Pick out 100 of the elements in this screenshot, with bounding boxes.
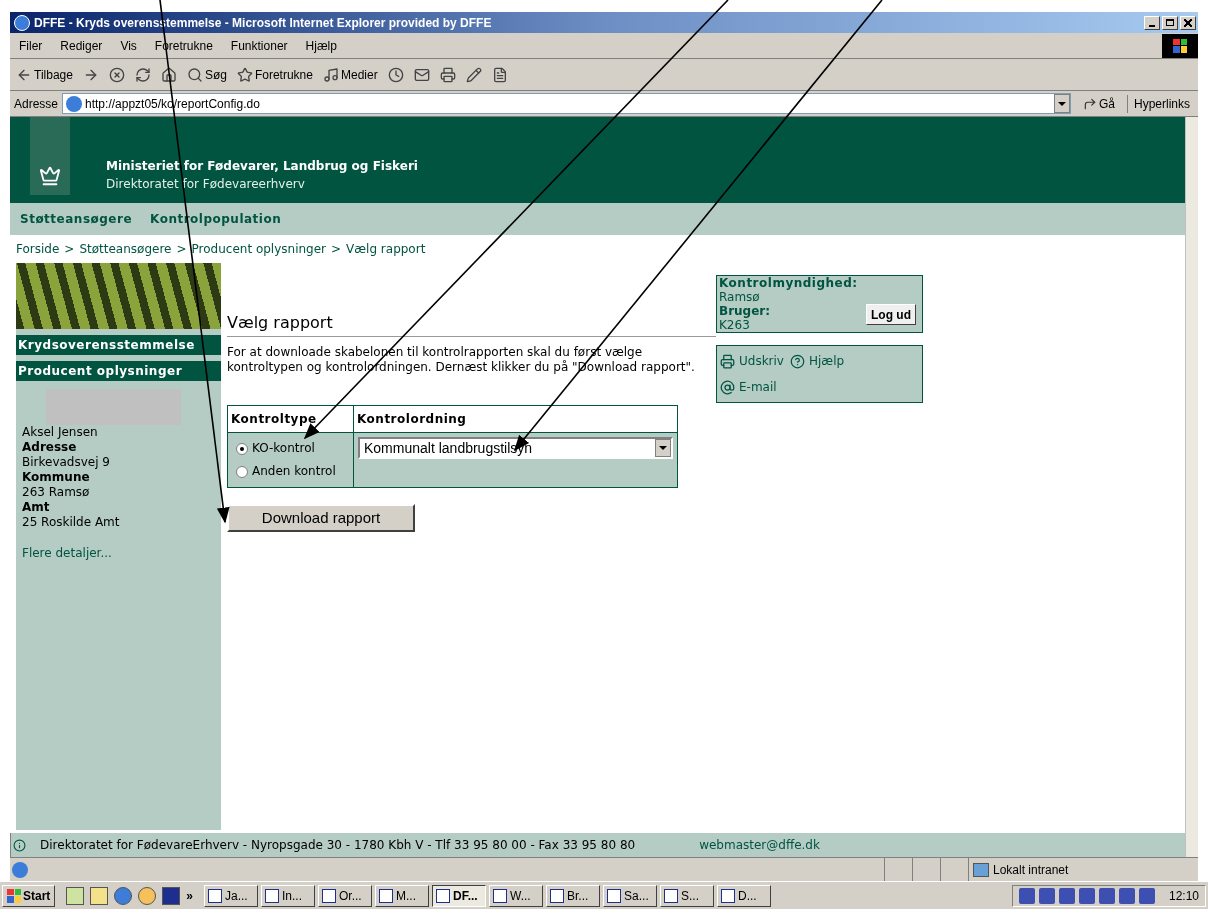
user-label: Bruger: <box>719 304 771 318</box>
caret-icon <box>659 446 667 450</box>
links-button[interactable]: Hyperlinks <box>1127 94 1194 113</box>
menu-item[interactable]: Hjælp <box>296 36 346 55</box>
go-button[interactable]: Gå <box>1074 94 1123 113</box>
radio-button[interactable] <box>236 465 248 478</box>
minimize-button[interactable] <box>1144 15 1160 30</box>
window-icon <box>493 888 508 903</box>
window-icon <box>265 888 280 903</box>
mail-icon <box>413 66 430 83</box>
email-icon <box>720 379 735 395</box>
radio-button[interactable] <box>236 442 248 455</box>
menu-item[interactable]: Rediger <box>51 36 112 55</box>
field-label: Amt <box>22 500 51 515</box>
toolbar-button[interactable]: Søg <box>184 65 229 84</box>
windows-logo-icon <box>7 888 21 903</box>
nav-link[interactable]: Støtteansøgere <box>20 210 133 228</box>
caret-icon <box>1057 101 1066 106</box>
printer-icon <box>439 66 456 83</box>
window-icon <box>607 888 622 903</box>
window-icon <box>550 888 565 903</box>
footer-address: Direktoratet for FødevareErhverv - Nyropsgade 30 - 1780 Kbh V - Tlf 33 95 80 00 - Fax 33 95 80 80 <box>40 837 636 854</box>
stop-icon <box>108 66 125 83</box>
toolbar-button[interactable]: Foretrukne <box>234 65 315 84</box>
info-icon <box>13 838 26 852</box>
window-icon <box>379 888 394 903</box>
user-value: K263 <box>719 318 751 332</box>
breadcrumb-link[interactable]: Producent oplysninger <box>191 240 327 258</box>
minimize-icon <box>1149 24 1155 27</box>
window-icon <box>208 888 223 903</box>
crown-icon <box>39 165 61 187</box>
windows-logo-icon <box>1162 33 1198 58</box>
breadcrumb-link[interactable]: Støtteansøgere <box>79 240 172 258</box>
action-link[interactable]: Hjælp <box>790 348 845 374</box>
taskbar-button[interactable]: Sa... <box>603 884 658 907</box>
field-value: Birkevadsvej 9 <box>22 455 111 470</box>
scrollbar[interactable] <box>1185 117 1198 857</box>
taskbar-button[interactable]: DF... <box>432 884 487 907</box>
menu-item[interactable]: Filer <box>10 36 52 55</box>
window-icon <box>436 888 451 903</box>
help-icon <box>790 353 805 369</box>
home-icon <box>160 66 177 83</box>
start-button[interactable]: Start <box>2 884 56 907</box>
page-icon <box>66 95 83 112</box>
window-title: DFFE - Kryds overensstemmelse - Microsoft Internet Explorer provided by DFFE <box>34 14 492 32</box>
logout-button[interactable]: Log ud <box>866 304 916 325</box>
authority-label: Kontrolmyndighed: <box>719 276 859 290</box>
taskbar-button[interactable]: M... <box>375 884 430 907</box>
window-icon <box>322 888 337 903</box>
document-icon <box>491 66 508 83</box>
page-icon <box>12 861 28 878</box>
pencil-icon <box>465 66 482 83</box>
menu-item[interactable]: Vis <box>111 36 146 55</box>
toolbar-button[interactable]: Medier <box>320 65 380 84</box>
radio-option[interactable]: KO-kontrol <box>236 437 353 460</box>
more-details-link[interactable]: Flere detaljer... <box>22 546 221 561</box>
taskbar-button[interactable]: S... <box>660 884 715 907</box>
restore-icon <box>1166 19 1174 26</box>
window-icon <box>721 888 736 903</box>
browser-icon <box>14 14 30 31</box>
field-value: 263 Ramsø <box>22 485 91 500</box>
breadcrumb-link[interactable]: Forside <box>16 240 60 258</box>
clock: 12:10 <box>1168 887 1199 905</box>
field-label: Adresse <box>22 440 78 455</box>
authority-value: Ramsø <box>719 290 761 304</box>
dropdown-button[interactable] <box>655 439 671 457</box>
taskbar-button[interactable]: Br... <box>546 884 601 907</box>
taskbar-button[interactable]: Ja... <box>204 884 259 907</box>
restore-button[interactable] <box>1162 15 1178 30</box>
email-link[interactable]: webmaster@dffe.dk <box>699 836 820 854</box>
window-icon <box>664 888 679 903</box>
star-icon <box>236 66 253 83</box>
sidebar-section[interactable]: Krydsoverensstemmelse <box>16 335 221 355</box>
breadcrumb-link[interactable]: Vælg rapport <box>346 240 426 258</box>
taskbar-button[interactable]: Or... <box>318 884 373 907</box>
ministry-name: Ministeriet for Fødevarer, Landbrug og Fiskeri <box>106 158 418 175</box>
printer-icon <box>720 353 735 369</box>
field-label: Kommune <box>22 470 91 485</box>
taskbar-button[interactable]: D... <box>717 884 772 907</box>
action-link[interactable]: E-mail <box>720 374 919 400</box>
sidebar-section[interactable]: Producent oplysninger <box>16 361 221 381</box>
overflow-chevron[interactable]: » <box>186 886 194 905</box>
page-heading: Vælg rapport <box>227 311 716 337</box>
refresh-icon <box>134 66 151 83</box>
menu-item[interactable]: Funktioner <box>221 36 297 55</box>
column-header: Kontroltype <box>228 406 354 433</box>
browser-icon[interactable] <box>114 886 133 905</box>
radio-option[interactable]: Anden kontrol <box>236 460 353 483</box>
directorate-name: Direktoratet for Fødevareerhverv <box>106 176 306 193</box>
close-icon <box>1184 18 1192 27</box>
action-link[interactable]: Udskriv <box>720 348 784 374</box>
taskbar-button[interactable]: In... <box>261 884 316 907</box>
field-value: Aksel Jensen <box>22 425 99 440</box>
breadcrumb-separator: > <box>331 241 342 258</box>
toolbar-button[interactable]: Tilbage <box>14 65 75 84</box>
close-button[interactable] <box>1180 15 1196 30</box>
dropdown-button[interactable] <box>1053 94 1070 113</box>
taskbar-button[interactable]: W... <box>489 884 544 907</box>
breadcrumb-separator: > <box>64 241 75 258</box>
download-button[interactable]: Download rapport <box>227 504 415 532</box>
